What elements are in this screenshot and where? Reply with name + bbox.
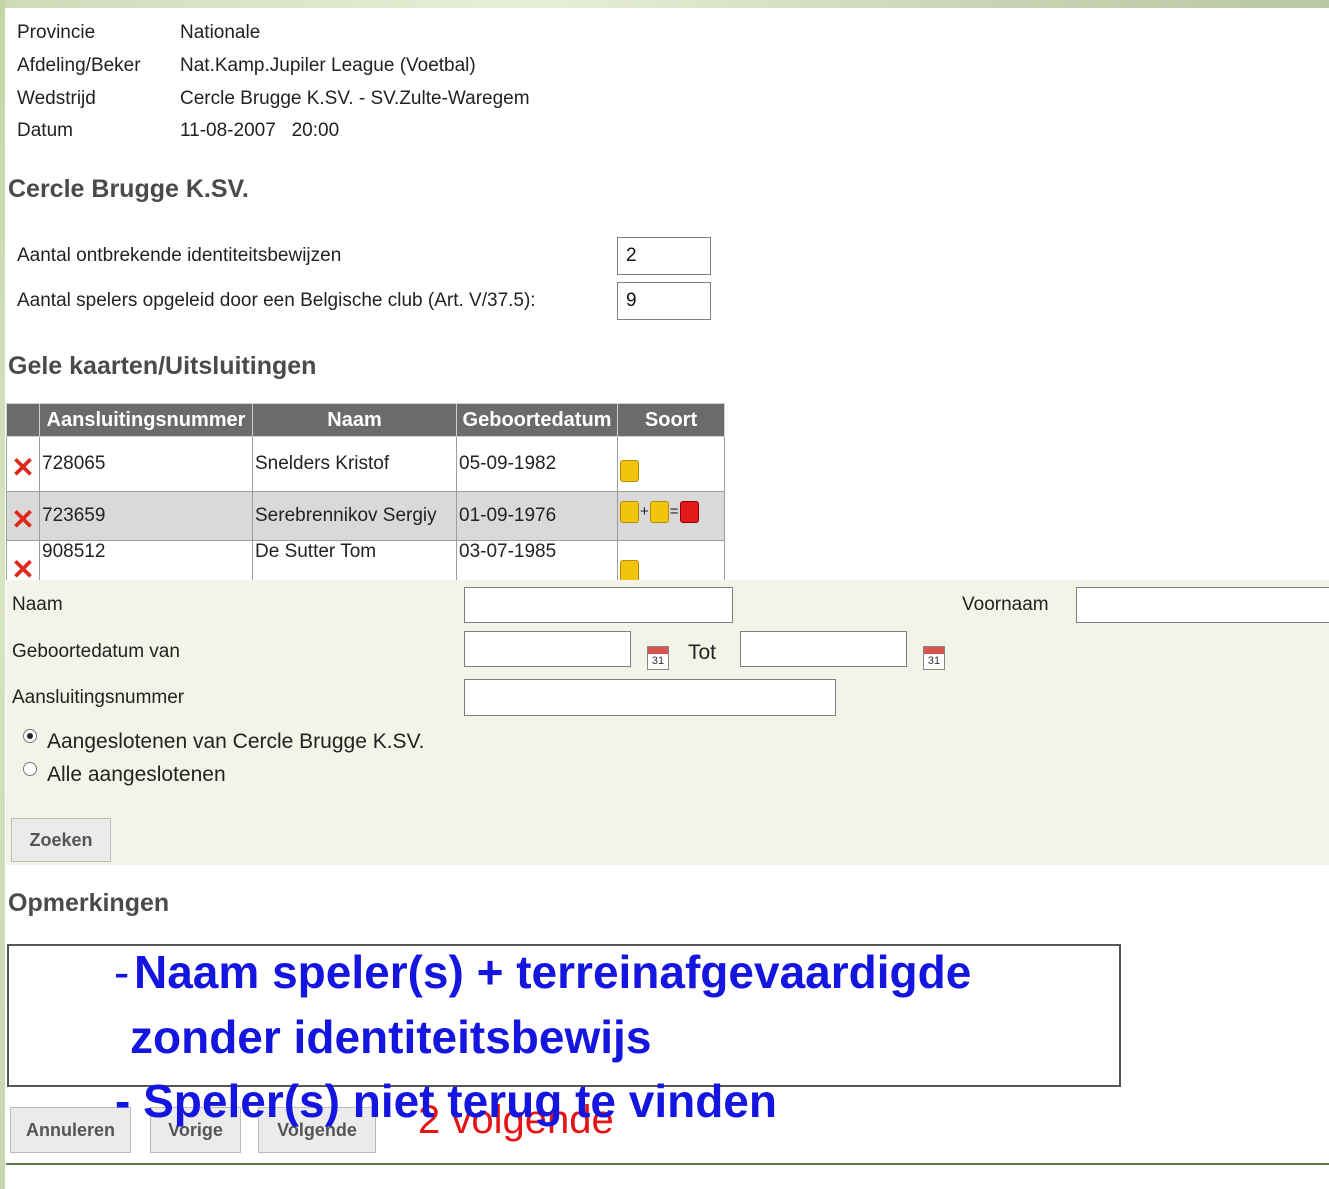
wedstrijd-value: Cercle Brugge K.SV. - SV.Zulte-Waregem (180, 88, 530, 109)
yellow-card-icon (620, 559, 639, 582)
cards-table-header-row: Aansluitingsnummer Naam Geboortedatum So… (6, 403, 725, 437)
yellow-card-icon (620, 459, 639, 482)
annotation-line-2: zonder identiteitsbewijs (130, 1011, 652, 1063)
remarks-heading: Opmerkingen (8, 889, 170, 917)
delete-icon[interactable]: ✕ (11, 505, 34, 534)
table-row: ✕ 723659 Serebrennikov Sergiy 01-09-1976… (6, 491, 725, 541)
aansluitingsnummer-cell: 723659 (39, 491, 253, 541)
delete-icon[interactable]: ✕ (11, 453, 34, 482)
tot-label: Tot (688, 641, 717, 664)
equals-sign: = (669, 503, 679, 521)
annotation-dash: - (114, 946, 130, 998)
provincie-label: Provincie (17, 22, 96, 43)
soort-cell: + = (617, 491, 725, 541)
voornaam-label: Voornaam (962, 594, 1049, 615)
missing-ids-input[interactable] (617, 237, 711, 275)
trained-players-label: Aantal spelers opgeleid door een Belgisc… (17, 290, 536, 311)
radio-all-members[interactable] (23, 762, 37, 776)
column-header-naam: Naam (252, 403, 457, 437)
cards-heading: Gele kaarten/Uitsluitingen (8, 352, 317, 380)
column-header-soort: Soort (617, 403, 725, 437)
zoeken-button[interactable]: Zoeken (11, 818, 111, 862)
afdeling-label: Afdeling/Beker (17, 55, 141, 76)
soort-cell (617, 436, 725, 492)
delete-cell: ✕ (6, 436, 40, 492)
plus-sign: + (640, 503, 649, 521)
cards-table: Aansluitingsnummer Naam Geboortedatum So… (6, 403, 725, 592)
calendar-icon[interactable]: 31 (923, 646, 945, 670)
column-header-geboortedatum: Geboortedatum (456, 403, 618, 437)
delete-column-header (6, 403, 40, 437)
voornaam-input[interactable] (1076, 587, 1329, 623)
annotation-line-1: Naam speler(s) + terreinafgevaardigde (134, 946, 972, 998)
geboortedatum-tot-input[interactable] (740, 631, 907, 667)
radio-club-members-label: Aangeslotenen van Cercle Brugge K.SV. (47, 730, 425, 753)
trained-players-input[interactable] (617, 282, 711, 320)
radio-club-members[interactable] (23, 729, 37, 743)
delete-cell: ✕ (6, 491, 40, 541)
aansluitingsnummer-search-input[interactable] (464, 679, 836, 716)
red-card-icon (679, 500, 699, 523)
team-heading: Cercle Brugge K.SV. (8, 175, 249, 203)
afdeling-value: Nat.Kamp.Jupiler League (Voetbal) (180, 55, 476, 76)
naam-search-label: Naam (12, 594, 63, 615)
wedstrijd-label: Wedstrijd (17, 88, 96, 109)
naam-cell: Snelders Kristof (252, 436, 457, 492)
calendar-icon[interactable]: 31 (647, 646, 669, 670)
datum-value: 11-08-2007 20:00 (180, 120, 340, 141)
bottom-divider (6, 1163, 1329, 1165)
datum-label: Datum (17, 120, 73, 141)
annuleren-button[interactable]: Annuleren (10, 1107, 131, 1153)
provincie-value: Nationale (180, 22, 261, 43)
window-left-border (0, 0, 5, 1189)
geboortedatum-cell: 01-09-1976 (456, 491, 618, 541)
column-header-aansluitingsnummer: Aansluitingsnummer (39, 403, 253, 437)
aansluitingsnummer-cell: 728065 (39, 436, 253, 492)
table-row: ✕ 728065 Snelders Kristof 05-09-1982 (6, 436, 725, 492)
window-top-border (0, 0, 1329, 8)
geboortedatum-van-input[interactable] (464, 631, 631, 667)
annotation-line-3: - Speler(s) niet terug te vinden (115, 1075, 777, 1127)
naam-search-input[interactable] (464, 587, 733, 623)
geboortedatum-van-label: Geboortedatum van (12, 641, 180, 662)
missing-ids-label: Aantal ontbrekende identiteitsbewijzen (17, 245, 342, 266)
aansluitingsnummer-search-label: Aansluitingsnummer (12, 687, 185, 708)
yellow-card-icon (649, 500, 669, 523)
geboortedatum-cell: 05-09-1982 (456, 436, 618, 492)
naam-cell: Serebrennikov Sergiy (252, 491, 457, 541)
yellow-card-icon (620, 500, 639, 523)
radio-all-members-label: Alle aangeslotenen (47, 763, 226, 786)
